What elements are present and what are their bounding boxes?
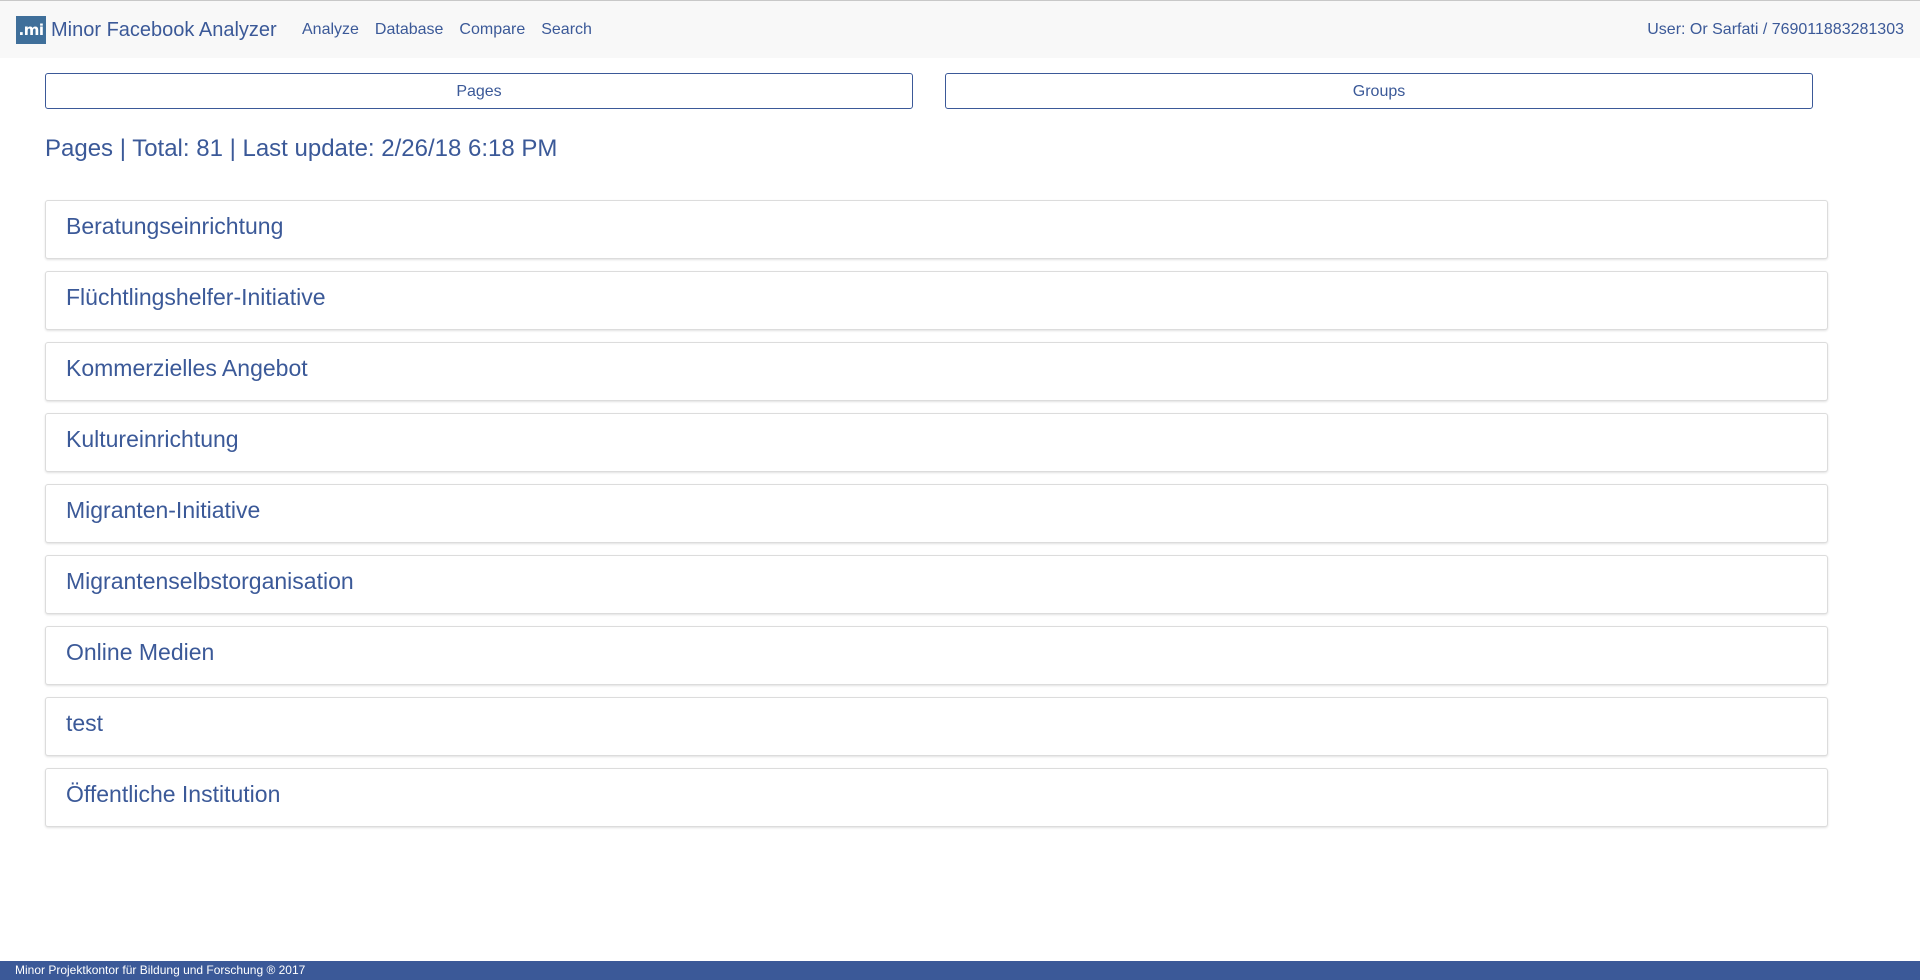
- brand-title[interactable]: Minor Facebook Analyzer: [51, 18, 277, 42]
- category-list: Beratungseinrichtung Flüchtlingshelfer-I…: [45, 200, 1828, 839]
- footer: Minor Projektkontor für Bildung und Fors…: [0, 961, 1920, 980]
- pages-button[interactable]: Pages: [45, 73, 913, 109]
- list-item[interactable]: Flüchtlingshelfer-Initiative: [45, 271, 1828, 330]
- nav-links: Analyze Database Compare Search: [302, 20, 608, 40]
- list-item[interactable]: Beratungseinrichtung: [45, 200, 1828, 259]
- list-item-label: Kommerzielles Angebot: [66, 355, 308, 381]
- list-item[interactable]: Migranten-Initiative: [45, 484, 1828, 543]
- list-item-label: Beratungseinrichtung: [66, 213, 284, 239]
- page-summary: Pages | Total: 81 | Last update: 2/26/18…: [45, 135, 558, 162]
- groups-button[interactable]: Groups: [945, 73, 1813, 109]
- footer-text: Minor Projektkontor für Bildung und Fors…: [15, 963, 306, 977]
- nav-link-database[interactable]: Database: [375, 20, 444, 40]
- list-item-label: Online Medien: [66, 639, 215, 665]
- logo-icon[interactable]: .mi: [16, 16, 46, 44]
- list-item[interactable]: Online Medien: [45, 626, 1828, 685]
- user-info[interactable]: User: Or Sarfati / 769011883281303: [1647, 20, 1904, 40]
- list-item-label: Migranten-Initiative: [66, 497, 261, 523]
- list-item[interactable]: test: [45, 697, 1828, 756]
- list-item-label: Kultureinrichtung: [66, 426, 239, 452]
- list-item[interactable]: Kommerzielles Angebot: [45, 342, 1828, 401]
- nav-link-compare[interactable]: Compare: [459, 20, 525, 40]
- list-item-label: Migrantenselbstorganisation: [66, 568, 354, 594]
- list-item[interactable]: Öffentliche Institution: [45, 768, 1828, 827]
- nav-link-search[interactable]: Search: [541, 20, 592, 40]
- list-item[interactable]: Kultureinrichtung: [45, 413, 1828, 472]
- list-item-label: test: [66, 710, 104, 736]
- nav-link-analyze[interactable]: Analyze: [302, 20, 359, 40]
- list-item-label: Flüchtlingshelfer-Initiative: [66, 284, 326, 310]
- list-item[interactable]: Migrantenselbstorganisation: [45, 555, 1828, 614]
- navbar: .mi Minor Facebook Analyzer Analyze Data…: [0, 1, 1920, 58]
- list-item-label: Öffentliche Institution: [66, 781, 281, 807]
